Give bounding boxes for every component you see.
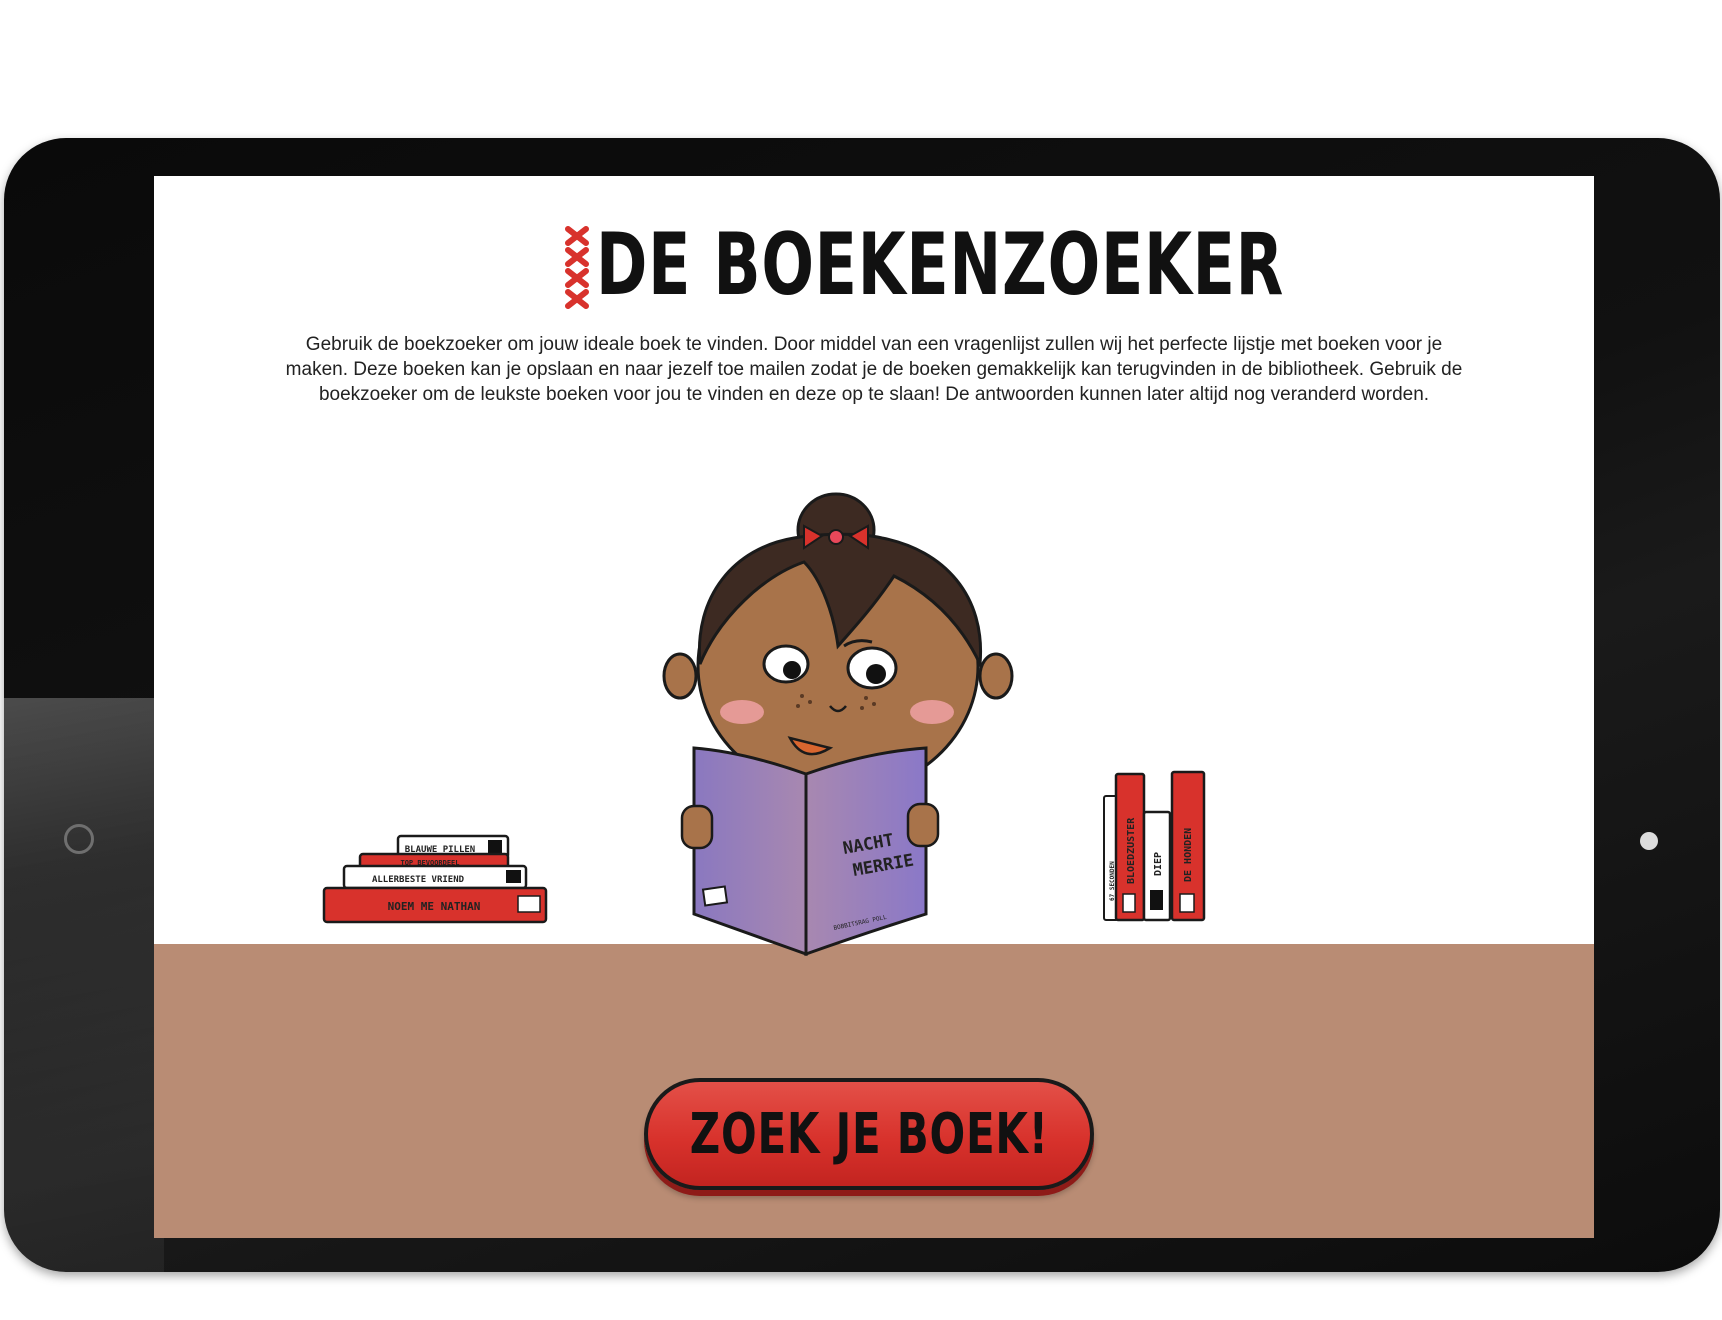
stack-book-3[interactable]: ALLERBESTE VRIEND xyxy=(342,864,528,890)
tablet-sheen xyxy=(4,698,164,1272)
shelf-book-3-title: DIEP xyxy=(1153,852,1164,876)
shelf-book-2[interactable]: BLOEDZUSTER xyxy=(1114,772,1146,922)
search-book-button[interactable]: ZOEK JE BOEK! xyxy=(644,1078,1094,1190)
reading-book[interactable]: NACHT MERRIE BOBBITSRAG POLL xyxy=(680,746,940,957)
left-book-stack: BLAUWE PILLEN TOP BEVOORDEEL ALLERBESTE … xyxy=(322,834,548,924)
camera-icon xyxy=(64,824,94,854)
search-book-button-label: ZOEK JE BOEK! xyxy=(689,1101,1049,1167)
stack-book-3-title: ALLERBESTE VRIEND xyxy=(372,875,465,885)
shelf-book-4[interactable]: DE HONDEN xyxy=(1170,770,1206,922)
shelf-book-3[interactable]: DIEP xyxy=(1142,810,1172,922)
app-screen: DE BOEKENZOEKER Gebruik de boekzoeker om… xyxy=(154,176,1594,1238)
reading-girl xyxy=(662,492,1014,796)
right-book-shelf: 67 SECONDEN BLOEDZUSTER DIEP DE HONDEN xyxy=(1103,770,1206,922)
stack-book-4[interactable]: NOEM ME NATHAN xyxy=(322,886,548,924)
shelf-book-2-title: BLOEDZUSTER xyxy=(1126,817,1137,884)
stack-book-4-title: NOEM ME NATHAN xyxy=(388,900,481,913)
shelf-book-4-title: DE HONDEN xyxy=(1183,828,1194,882)
home-dot-icon xyxy=(1640,832,1658,850)
